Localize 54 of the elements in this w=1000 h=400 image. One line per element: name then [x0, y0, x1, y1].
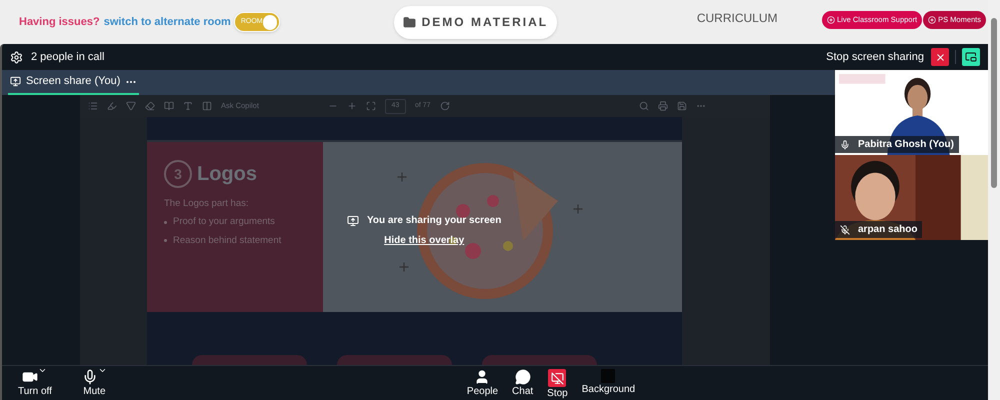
people-count: 2 people in call: [31, 50, 104, 65]
caret-icon: [98, 366, 107, 375]
bullet-icon: [164, 239, 167, 242]
close-icon: [934, 52, 946, 62]
plus-circle-icon: [827, 16, 836, 24]
bullet-icon: [164, 220, 167, 224]
stop-sharing-label: Stop screen sharing: [826, 50, 924, 65]
issue-prompt: Having issues?: [19, 14, 100, 30]
book-icon[interactable]: [164, 101, 174, 111]
call-control-button[interactable]: Turn off: [14, 369, 56, 397]
print-icon[interactable]: [658, 101, 668, 111]
text-icon[interactable]: [183, 101, 193, 111]
call-control-button[interactable]: Background: [578, 369, 640, 395]
chat-icon: [514, 369, 531, 385]
plus-icon: [395, 170, 409, 184]
layout-button[interactable]: [962, 48, 980, 66]
call-control-button[interactable]: Chat: [508, 369, 538, 397]
slide-bullet: Reason behind statement: [173, 234, 282, 248]
caret-icon: [38, 366, 48, 375]
demo-material-button[interactable]: DEMO MATERIAL: [394, 6, 557, 38]
screen-icon: [10, 76, 21, 87]
call-control-button[interactable]: Mute: [78, 369, 111, 397]
fit-icon[interactable]: [366, 101, 376, 111]
call-control-button[interactable]: People: [462, 369, 502, 397]
hide-overlay-link[interactable]: Hide this overlay: [384, 233, 464, 248]
stop-share-icon: [548, 369, 566, 387]
person-icon: [474, 369, 490, 385]
call-control-button[interactable]: Stop: [543, 369, 572, 399]
slide-title: Logos: [197, 162, 257, 187]
share-screen-icon: [347, 214, 359, 226]
folder-icon: [402, 16, 416, 28]
stop-sharing-button[interactable]: [931, 48, 949, 66]
eraser-icon[interactable]: [145, 101, 155, 111]
picture-in-picture-icon: [965, 51, 977, 63]
search-icon[interactable]: [638, 101, 649, 111]
curriculum-link[interactable]: CURRICULUM: [696, 8, 778, 36]
plus-icon: [397, 260, 411, 274]
slide-intro: The Logos part has:: [164, 197, 250, 211]
name-label: arpan sahoo: [835, 221, 922, 238]
background-icon: [601, 369, 616, 383]
settings-icon[interactable]: [10, 50, 23, 64]
zoom-in-icon[interactable]: [346, 101, 357, 111]
name-label: Pabitra Ghosh (You): [835, 136, 959, 153]
sharing-message: You are sharing your screen: [367, 214, 502, 228]
slide-bullet: Proof to your arguments: [173, 215, 275, 230]
highlighter-icon[interactable]: [107, 101, 117, 111]
microphone-icon: [82, 369, 98, 385]
save-icon[interactable]: [676, 101, 687, 111]
microphone-icon: [840, 140, 850, 150]
rotate-icon[interactable]: [440, 101, 450, 111]
plus-icon: [571, 202, 585, 216]
plus-circle-icon: [928, 16, 936, 24]
muted-mic-icon: [840, 224, 850, 234]
contents-icon[interactable]: [88, 101, 98, 111]
